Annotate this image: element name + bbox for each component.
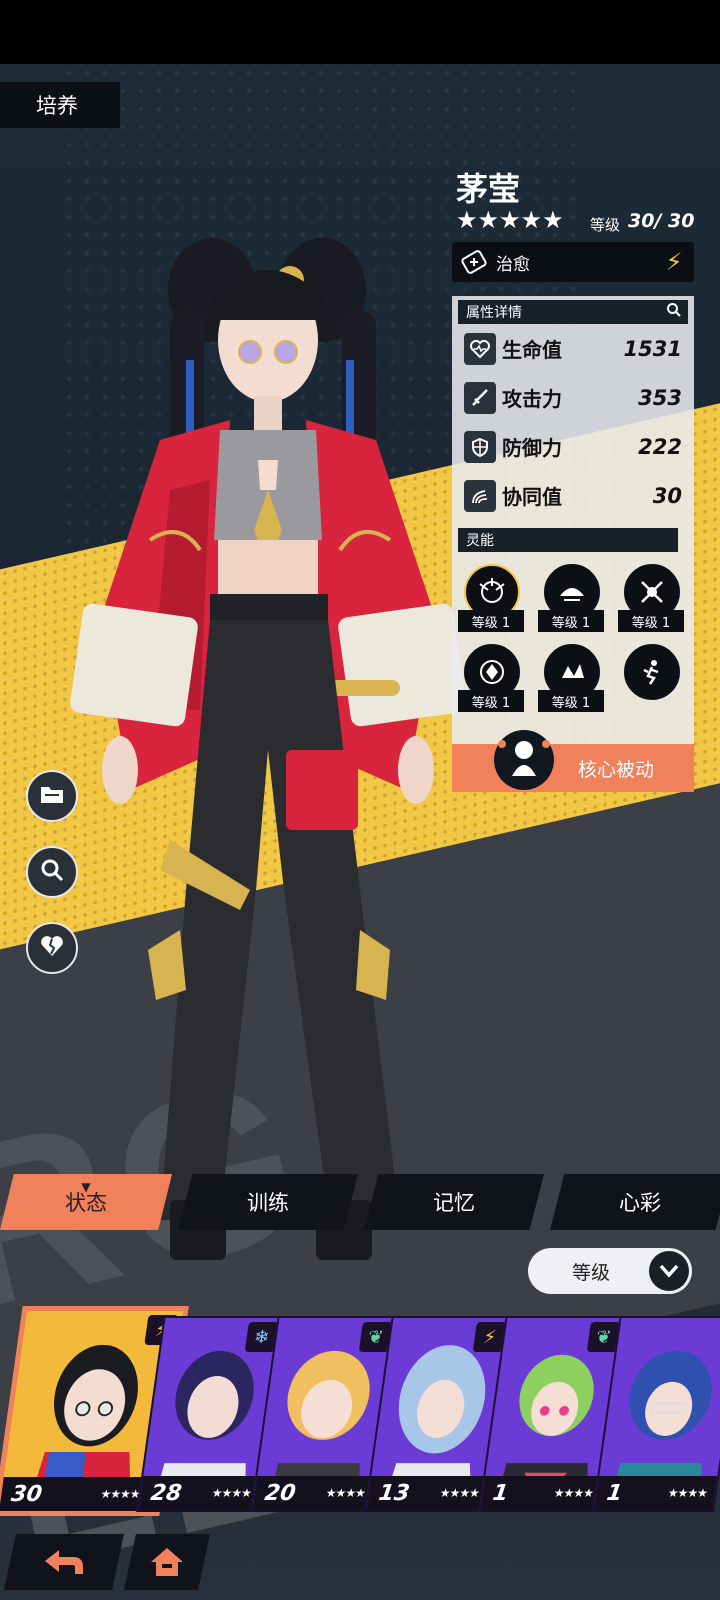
card-level: 30 xyxy=(9,1481,44,1507)
card-level: 13 xyxy=(377,1480,412,1506)
character-name: 茅莹 xyxy=(456,170,521,208)
card-level: 28 xyxy=(149,1480,184,1506)
card-stars: ★★★★ xyxy=(210,1486,252,1500)
dash-icon xyxy=(624,644,680,700)
skill-level: 等级 1 xyxy=(538,610,604,632)
tab-label: 训练 xyxy=(247,1191,289,1215)
core-passive-button[interactable]: 核心被动 xyxy=(452,730,694,792)
stat-label: 攻击力 xyxy=(502,387,562,411)
level-label: 等级 xyxy=(590,216,621,234)
broken-heart-icon xyxy=(39,934,65,962)
back-button[interactable] xyxy=(4,1534,124,1590)
home-button[interactable] xyxy=(124,1534,210,1590)
search-icon xyxy=(39,857,65,887)
skill-level: 等级 1 xyxy=(458,690,524,712)
core-passive-label: 核心被动 xyxy=(578,758,655,781)
sort-label: 等级 xyxy=(572,1261,611,1284)
stat-row-synergy: 协同值 30 xyxy=(452,471,694,520)
healing-icon xyxy=(452,242,496,282)
card-footer: 28 ★★★★ xyxy=(138,1476,262,1510)
skill-slot[interactable]: 等级 1 xyxy=(458,644,524,714)
role-label: 治愈 xyxy=(496,254,530,275)
tab-status[interactable]: ▼ 状态 xyxy=(0,1174,172,1230)
level-value: 30/ 30 xyxy=(628,210,695,232)
bond-button[interactable] xyxy=(26,922,78,974)
stats-detail-header[interactable]: 属性详情 xyxy=(458,300,688,324)
stat-value: 353 xyxy=(638,385,682,410)
synergy-icon xyxy=(464,479,496,512)
card-footer: 1 ★★★★ xyxy=(594,1476,718,1510)
archive-button[interactable] xyxy=(26,770,78,822)
detail-tabs: ▼ 状态 训练 记忆 心彩 xyxy=(0,1174,720,1230)
skill-slot[interactable]: 等级 1 xyxy=(538,564,604,634)
stat-value: 30 xyxy=(652,483,682,508)
home-icon xyxy=(149,1546,185,1578)
character-stars: ★★★★★ xyxy=(456,206,564,234)
card-stars: ★★★★ xyxy=(666,1486,708,1500)
role-bar[interactable]: 治愈 ⚡ xyxy=(452,242,694,282)
card-footer: 20 ★★★★ xyxy=(252,1476,376,1510)
character-portrait xyxy=(70,238,466,1260)
sword-icon xyxy=(464,381,496,414)
heartbeat-icon xyxy=(464,332,496,365)
skill-slot[interactable]: 等级 1 xyxy=(538,644,604,714)
folder-icon xyxy=(39,783,65,809)
stat-row-attack: 攻击力 353 xyxy=(452,373,694,422)
skill-slot[interactable]: 等级 1 xyxy=(458,564,524,634)
card-level: 1 xyxy=(605,1480,624,1506)
tab-training[interactable]: 训练 xyxy=(178,1174,358,1230)
card-footer: 30 ★★★★★ xyxy=(0,1477,160,1511)
stat-label: 生命值 xyxy=(502,338,562,362)
tab-heart-color[interactable]: 心彩 xyxy=(550,1174,720,1230)
skill-level: 等级 1 xyxy=(458,610,524,632)
psy-header: 灵能 xyxy=(458,528,678,552)
nurture-tab-label: 培养 xyxy=(36,94,78,118)
card-footer: 13 ★★★★ xyxy=(366,1476,490,1510)
stat-label: 防御力 xyxy=(502,436,562,460)
card-footer: 1 ★★★★ xyxy=(480,1476,604,1510)
caret-down-icon: ▼ xyxy=(81,1180,91,1194)
card-level: 20 xyxy=(263,1480,298,1506)
skill-slot[interactable]: 等级 1 xyxy=(618,564,684,634)
status-bar-area xyxy=(0,0,720,64)
sort-dropdown[interactable]: 等级 xyxy=(528,1248,692,1294)
search-icon xyxy=(666,302,682,322)
card-level: 1 xyxy=(491,1480,510,1506)
stats-panel: 属性详情 生命值 1531 攻击力 353 防御力 222 协同值 30 灵能 … xyxy=(452,296,694,792)
back-arrow-icon xyxy=(43,1547,85,1577)
stat-label: 协同值 xyxy=(502,485,562,509)
character-roster: ⚡ 30 ★★★★★ ❄ 28 ★★★★ ❦ 20 ★★★★ xyxy=(0,1306,720,1516)
stat-value: 222 xyxy=(638,434,682,459)
lightning-icon: ⚡ xyxy=(665,248,683,276)
tab-label: 心彩 xyxy=(619,1191,661,1215)
nurture-tab[interactable]: 培养 xyxy=(0,82,120,128)
tab-label: 记忆 xyxy=(433,1191,475,1215)
skill-level: 等级 1 xyxy=(538,690,604,712)
card-stars: ★★★★ xyxy=(324,1486,366,1500)
skill-grid: 等级 1 等级 1 等级 1 等级 1 等级 1 xyxy=(452,552,694,722)
card-stars: ★★★★ xyxy=(552,1486,594,1500)
core-passive-icon xyxy=(494,730,554,790)
tab-memory[interactable]: 记忆 xyxy=(364,1174,544,1230)
card-stars: ★★★★ xyxy=(438,1486,480,1500)
skill-slot-dash[interactable] xyxy=(618,644,684,714)
inspect-button[interactable] xyxy=(26,846,78,898)
stat-row-defense: 防御力 222 xyxy=(452,422,694,471)
shield-icon xyxy=(464,430,496,463)
stat-row-hp: 生命值 1531 xyxy=(452,324,694,373)
stat-value: 1531 xyxy=(623,336,682,361)
skill-level: 等级 1 xyxy=(618,610,684,632)
chevron-down-icon[interactable] xyxy=(649,1251,689,1291)
stats-detail-title: 属性详情 xyxy=(466,305,522,321)
